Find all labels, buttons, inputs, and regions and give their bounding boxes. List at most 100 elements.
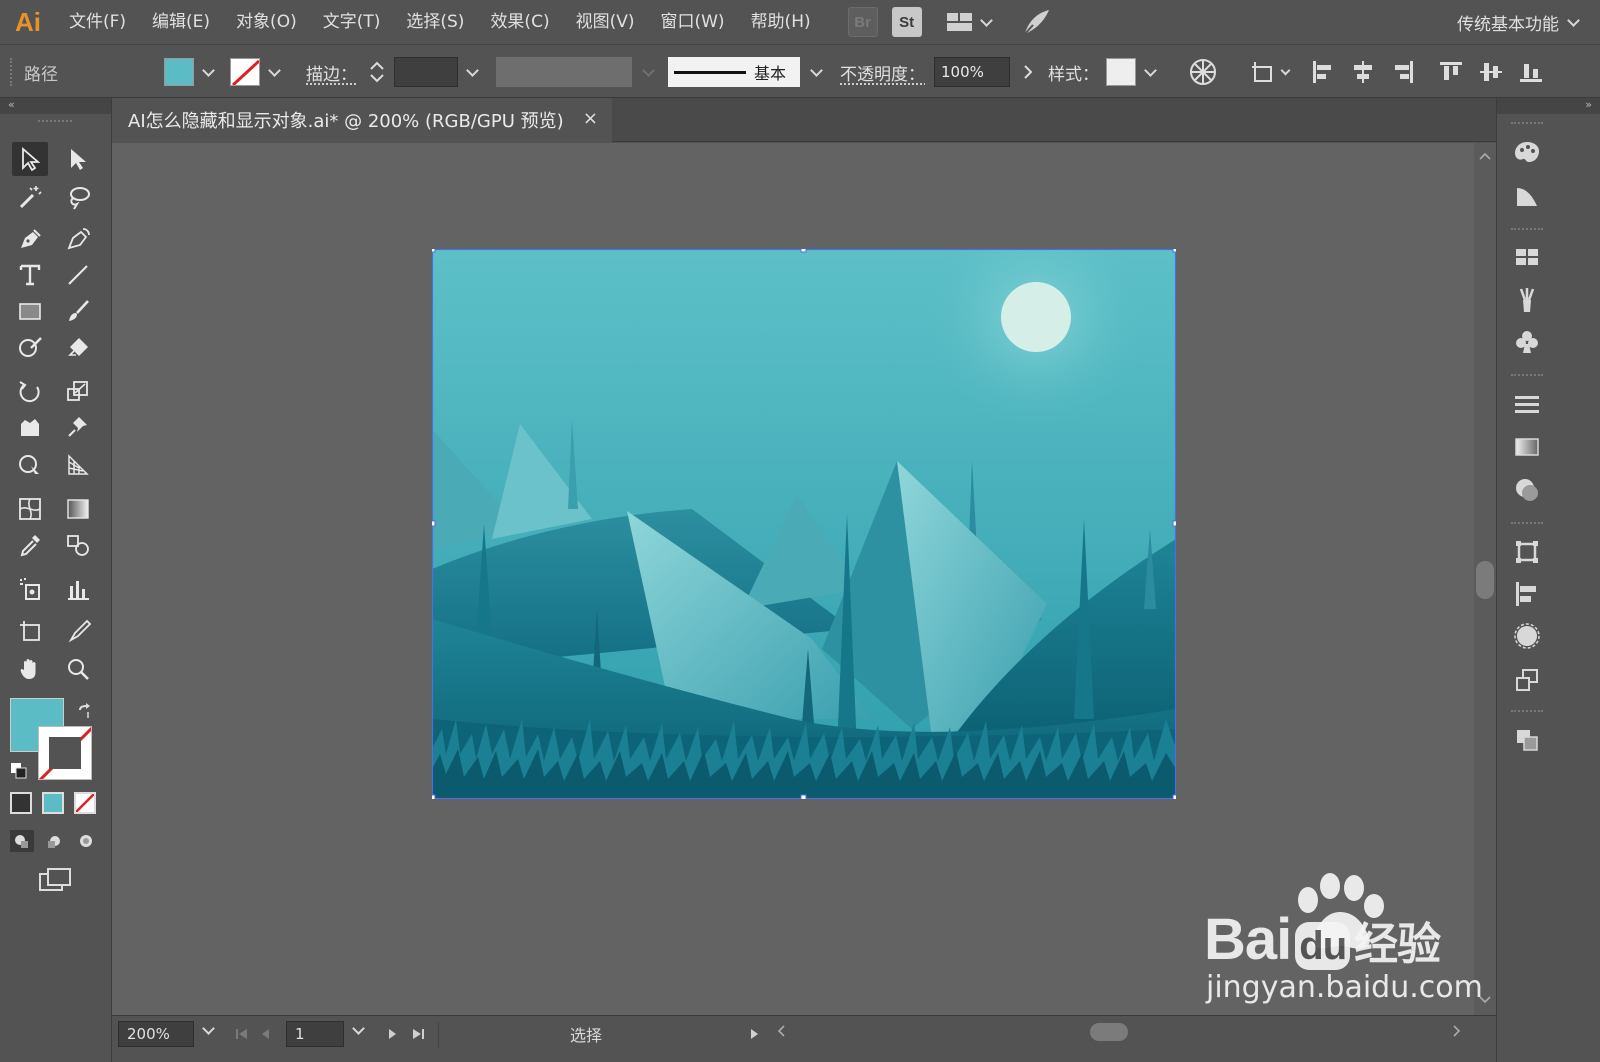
artboards-panel-icon[interactable] [1513, 726, 1541, 754]
fill-color-control[interactable] [164, 45, 215, 99]
opacity-control[interactable]: 100% [934, 45, 1038, 99]
menu-view[interactable]: 视图(V) [563, 0, 648, 44]
column-graph-tool[interactable] [60, 572, 96, 606]
close-tab-button[interactable]: × [583, 108, 598, 129]
blend-tool[interactable] [60, 528, 96, 562]
curvature-tool[interactable] [60, 222, 96, 256]
variable-width-control[interactable] [496, 45, 655, 99]
paintbrush-tool[interactable] [60, 294, 96, 328]
stepper-icon[interactable] [366, 57, 388, 87]
eraser-tool[interactable] [60, 330, 96, 364]
brush-definition-control[interactable]: 基本 [668, 45, 823, 99]
panel-grip[interactable] [38, 120, 72, 122]
swap-fill-stroke-icon[interactable] [76, 702, 94, 720]
gradient-panel-icon[interactable] [1513, 433, 1541, 461]
bridge-button[interactable]: Br [847, 7, 878, 37]
pen-tool[interactable] [12, 222, 48, 256]
transparency-icon[interactable] [1513, 476, 1541, 504]
scrollbar-thumb[interactable] [1476, 561, 1494, 599]
align-left-icon[interactable] [1310, 59, 1336, 85]
color-guide-icon[interactable] [1513, 182, 1541, 210]
artboard-number-field[interactable]: 1 [286, 1021, 344, 1047]
warp-tool[interactable] [12, 410, 48, 444]
next-artboard-icon[interactable] [384, 1026, 400, 1042]
graphic-style-control[interactable] [1106, 45, 1157, 99]
fill-swatch[interactable] [164, 58, 194, 86]
transform-icon[interactable] [1250, 59, 1276, 85]
symbols-icon[interactable] [1513, 328, 1541, 356]
menu-object[interactable]: 对象(O) [223, 0, 310, 44]
scroll-right-icon[interactable] [1448, 1023, 1464, 1039]
artboard-tool[interactable] [12, 614, 48, 648]
draw-normal-button[interactable] [10, 830, 34, 852]
chevron-down-icon[interactable] [202, 1022, 215, 1035]
stroke-none-swatch[interactable] [230, 58, 260, 86]
puppet-warp-tool[interactable] [60, 410, 96, 444]
stroke-color-control[interactable] [230, 45, 281, 99]
align-horizontal-center-icon[interactable] [1350, 59, 1376, 85]
last-artboard-icon[interactable] [410, 1026, 426, 1042]
transform-control[interactable] [1250, 45, 1291, 99]
scroll-left-icon[interactable] [774, 1023, 790, 1039]
gradient-mode-button[interactable] [42, 792, 64, 814]
type-tool[interactable] [12, 258, 48, 292]
gpu-performance-icon[interactable] [1021, 7, 1051, 37]
line-tool[interactable] [60, 258, 96, 292]
draw-behind-button[interactable] [42, 830, 66, 852]
perspective-grid-tool[interactable] [60, 448, 96, 482]
opacity-input[interactable]: 100% [934, 57, 1010, 87]
align-panel-icon[interactable] [1513, 580, 1541, 608]
menu-type[interactable]: 文字(T) [310, 0, 394, 44]
brushes-icon[interactable] [1513, 286, 1541, 314]
lasso-tool[interactable] [60, 180, 96, 214]
stroke-panel-icon[interactable] [1513, 390, 1541, 418]
align-bottom-icon[interactable] [1518, 59, 1544, 85]
shape-builder-tool[interactable] [12, 448, 48, 482]
panel-grip[interactable] [1511, 122, 1543, 124]
document-tab[interactable]: AI怎么隐藏和显示对象.ai* @ 200% (RGB/GPU 预览) × [112, 98, 612, 142]
screen-mode-icon[interactable] [38, 866, 74, 894]
default-fill-stroke-icon[interactable] [10, 762, 28, 780]
align-right-icon[interactable] [1390, 59, 1416, 85]
collapse-dock-button[interactable]: » [1497, 98, 1600, 114]
status-menu-arrow-icon[interactable] [746, 1026, 762, 1042]
scale-tool[interactable] [60, 374, 96, 408]
first-artboard-icon[interactable] [234, 1026, 250, 1042]
chevron-down-icon[interactable] [352, 1022, 365, 1035]
menu-select[interactable]: 选择(S) [393, 0, 477, 44]
swatches-icon[interactable] [1513, 243, 1541, 271]
menu-help[interactable]: 帮助(H) [738, 0, 824, 44]
zoom-field[interactable]: 200% [118, 1021, 194, 1047]
variable-width-profile[interactable] [496, 57, 632, 87]
chevron-right-icon[interactable] [1018, 62, 1038, 82]
stock-button[interactable]: St [891, 7, 922, 37]
workspace-switcher[interactable]: 传统基本功能 [1457, 0, 1580, 44]
stroke-weight-input[interactable] [394, 57, 458, 87]
panel-grip[interactable] [1511, 374, 1543, 376]
transform-panel-icon[interactable] [1513, 538, 1541, 566]
scroll-up-icon[interactable] [1474, 147, 1496, 167]
align-top-icon[interactable] [1438, 59, 1464, 85]
opacity-label[interactable]: 不透明度： [840, 45, 925, 99]
color-panel-icon[interactable] [1513, 138, 1541, 166]
horizontal-scrollbar[interactable] [768, 1020, 1468, 1042]
previous-artboard-icon[interactable] [258, 1026, 274, 1042]
rectangle-tool[interactable] [12, 294, 48, 328]
zoom-tool[interactable] [60, 652, 96, 686]
mesh-tool[interactable] [12, 492, 48, 526]
menu-edit[interactable]: 编辑(E) [139, 0, 223, 44]
rotate-tool[interactable] [12, 374, 48, 408]
direct-selection-tool[interactable] [60, 142, 96, 176]
eyedropper-tool[interactable] [12, 528, 48, 562]
menu-file[interactable]: 文件(F) [56, 0, 139, 44]
panel-grip[interactable] [1511, 710, 1543, 712]
recolor-artwork-icon[interactable] [1188, 57, 1218, 87]
selection-tool[interactable] [12, 142, 48, 176]
stroke-label[interactable]: 描边： [306, 45, 357, 99]
hand-tool[interactable] [12, 652, 48, 686]
color-mode-button[interactable] [10, 792, 32, 814]
stroke-swatch-large[interactable] [38, 726, 92, 780]
stroke-profile-field[interactable]: 基本 [668, 57, 800, 87]
layers-panel-icon[interactable] [1513, 666, 1541, 694]
collapse-panel-button[interactable]: « [0, 98, 111, 114]
